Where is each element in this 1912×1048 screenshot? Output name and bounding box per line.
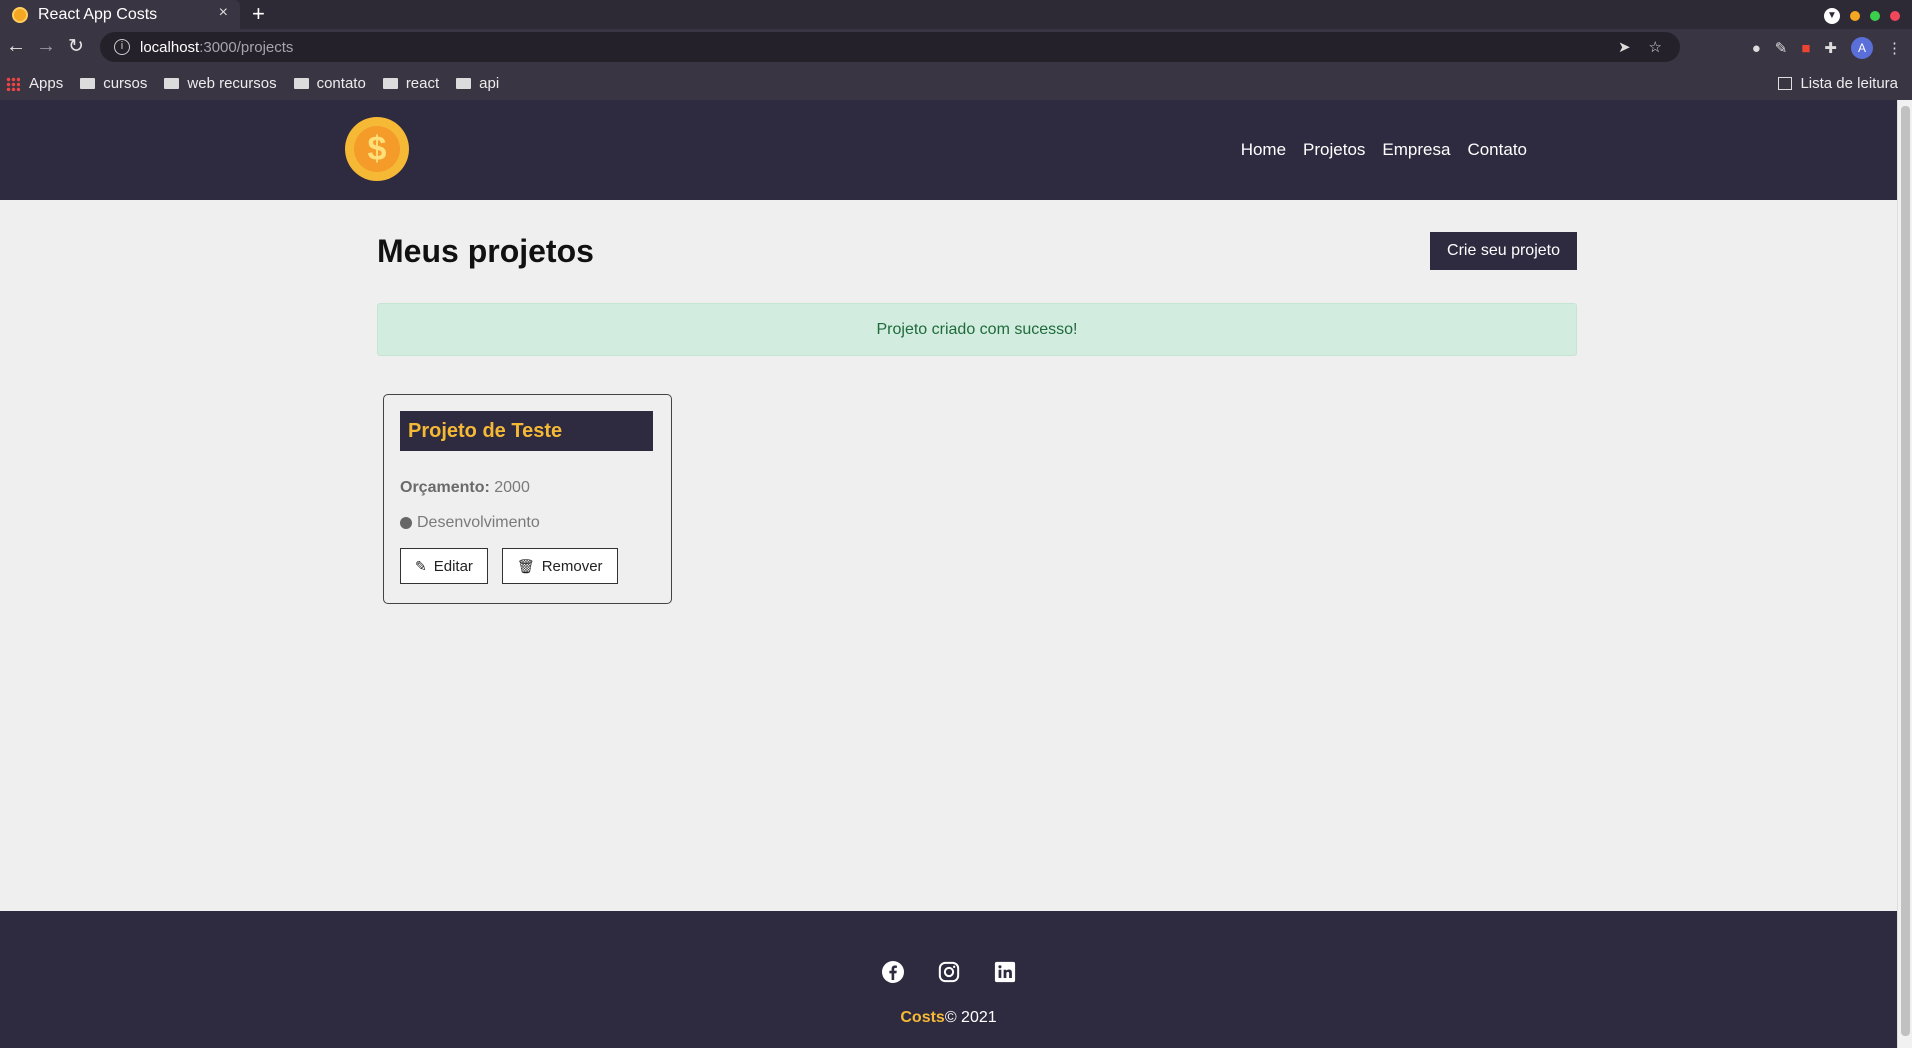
project-budget: Orçamento: 2000 — [400, 479, 655, 497]
browser-toolbar: ← → ↻ i localhost:3000/projects ➤ ☆ ● ✎ … — [0, 29, 1912, 67]
trash-icon: 🗑 — [516, 557, 535, 574]
bookmark-label: cursos — [103, 75, 148, 92]
tab-search-icon[interactable]: ▼ — [1824, 8, 1840, 24]
puzzle-icon[interactable]: ✚ — [1824, 39, 1837, 57]
browser-tabbar: React App Costs × + ▼ — [0, 0, 1912, 29]
bookmark-label: api — [479, 75, 500, 92]
bookmark-folder-contato[interactable]: contato — [293, 75, 366, 92]
bookmark-apps[interactable]: Apps — [6, 75, 63, 92]
bookmark-label: contato — [316, 75, 366, 92]
extensions-area: ● ✎ ■ ✚ A ⋮ — [1752, 37, 1902, 59]
remove-label: Remover — [541, 557, 603, 575]
linkedin-icon[interactable] — [992, 959, 1018, 985]
tab-title: React App Costs — [38, 5, 158, 23]
budget-label: Orçamento: — [400, 479, 490, 496]
maximize-button[interactable] — [1870, 11, 1880, 21]
bookmark-folder-api[interactable]: api — [456, 75, 499, 92]
project-card: Projeto de Teste Orçamento: 2000 Desenvo… — [383, 394, 672, 604]
folder-icon — [293, 78, 309, 89]
close-window-button[interactable] — [1890, 11, 1900, 21]
copyright-text: © 2021 — [944, 1009, 997, 1026]
extension-red-icon[interactable]: ■ — [1801, 40, 1810, 57]
favicon-icon — [12, 6, 28, 23]
folder-icon — [80, 78, 96, 89]
create-project-button[interactable]: Crie seu projeto — [1430, 232, 1577, 270]
nav-link-contato[interactable]: Contato — [1467, 140, 1527, 160]
bookmark-folder-web-recursos[interactable]: web recursos — [164, 75, 277, 92]
back-icon[interactable]: ← — [6, 35, 26, 58]
category-dot-icon — [400, 517, 412, 529]
menu-kebab-icon[interactable]: ⋮ — [1887, 39, 1902, 57]
forward-icon[interactable]: → — [36, 35, 56, 58]
category-label: Desenvolvimento — [417, 514, 540, 531]
nav-link-empresa[interactable]: Empresa — [1382, 140, 1450, 160]
folder-icon — [382, 78, 398, 89]
bookmark-folder-cursos[interactable]: cursos — [80, 75, 147, 92]
site-footer: Costs© 2021 — [0, 911, 1897, 1048]
omnibox-actions: ➤ ☆ — [1618, 32, 1662, 62]
project-name: Projeto de Teste — [400, 411, 653, 451]
folder-icon — [164, 78, 180, 89]
page-title: Meus projetos — [377, 233, 594, 269]
card-actions: ✎ Editar 🗑 Remover — [400, 548, 655, 584]
bookmarks-bar: Apps cursos web recursos contato react a… — [0, 67, 1912, 100]
copyright: Costs© 2021 — [0, 1009, 1897, 1027]
bookmark-label: web recursos — [187, 75, 277, 92]
footer-brand: Costs — [900, 1009, 945, 1026]
reading-list-label: Lista de leitura — [1800, 75, 1898, 92]
extension-icon[interactable]: ● — [1752, 40, 1761, 57]
bookmark-label: react — [405, 75, 440, 92]
remove-button[interactable]: 🗑 Remover — [501, 548, 618, 584]
success-message: Projeto criado com sucesso! — [377, 303, 1577, 356]
browser-tab[interactable]: React App Costs × — [0, 0, 240, 29]
reload-icon[interactable]: ↻ — [68, 35, 84, 58]
main-menu: Home Projetos Empresa Contato — [1241, 140, 1527, 160]
dollar-coin-icon: $ — [354, 126, 400, 172]
project-category: Desenvolvimento — [400, 514, 655, 532]
facebook-icon[interactable] — [880, 959, 906, 985]
apps-grid-icon — [6, 76, 20, 91]
site-navbar: $ Home Projetos Empresa Contato — [0, 100, 1897, 200]
edit-label: Editar — [433, 557, 473, 575]
nav-link-projetos[interactable]: Projetos — [1303, 140, 1365, 160]
minimize-button[interactable] — [1850, 11, 1860, 21]
social-links — [0, 959, 1897, 985]
budget-value: 2000 — [494, 479, 530, 496]
page-viewport: $ Home Projetos Empresa Contato Meus pro… — [0, 100, 1897, 1048]
reading-list[interactable]: Lista de leitura — [1778, 75, 1898, 92]
title-row: Meus projetos Crie seu projeto — [377, 232, 1577, 271]
url-path: :3000/projects — [199, 38, 294, 56]
address-bar[interactable]: i localhost:3000/projects ➤ ☆ — [100, 32, 1680, 62]
send-icon[interactable]: ➤ — [1618, 38, 1631, 56]
page-scrollbar[interactable] — [1897, 100, 1912, 1048]
url-host: localhost — [140, 38, 200, 56]
pencil-icon: ✎ — [415, 557, 427, 574]
instagram-icon[interactable] — [936, 959, 962, 985]
bookmark-star-icon[interactable]: ☆ — [1649, 38, 1662, 56]
reading-list-icon — [1778, 77, 1793, 90]
bookmark-label: Apps — [29, 75, 64, 92]
scrollbar-thumb[interactable] — [1901, 106, 1910, 1036]
folder-icon — [456, 78, 472, 89]
costs-logo[interactable]: $ — [345, 117, 409, 181]
close-tab-icon[interactable]: × — [219, 4, 228, 22]
edit-button[interactable]: ✎ Editar — [400, 548, 488, 584]
site-info-icon[interactable]: i — [114, 39, 130, 55]
profile-avatar[interactable]: A — [1851, 37, 1873, 59]
window-controls: ▼ — [1824, 8, 1900, 24]
new-tab-button[interactable]: + — [252, 1, 265, 27]
bookmark-folder-react[interactable]: react — [382, 75, 440, 92]
color-picker-icon[interactable]: ✎ — [1775, 39, 1788, 57]
nav-link-home[interactable]: Home — [1241, 140, 1286, 160]
